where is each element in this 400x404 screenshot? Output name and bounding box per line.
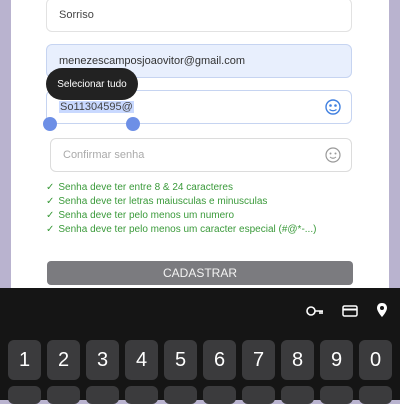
key-1[interactable]: 1 — [8, 340, 41, 380]
key-icon[interactable] — [306, 304, 324, 322]
key-6[interactable]: 6 — [203, 340, 236, 380]
select-all-label: Selecionar tudo — [57, 78, 127, 90]
selection-handle-left[interactable] — [43, 117, 57, 131]
key-4[interactable]: 4 — [125, 340, 158, 380]
email-value: menezescamposjoaovitor@gmail.com — [59, 55, 246, 67]
key-9[interactable]: 9 — [320, 340, 353, 380]
key-0[interactable]: 0 — [359, 340, 392, 380]
key[interactable] — [86, 386, 119, 404]
key[interactable] — [242, 386, 275, 404]
key[interactable] — [359, 386, 392, 404]
check-icon: ✓ — [46, 182, 55, 193]
key[interactable] — [203, 386, 236, 404]
keyboard-toolbar — [306, 302, 388, 323]
key-3[interactable]: 3 — [86, 340, 119, 380]
check-icon: ✓ — [46, 224, 55, 235]
face-icon[interactable] — [325, 147, 341, 163]
check-icon: ✓ — [46, 210, 55, 221]
key-5[interactable]: 5 — [164, 340, 197, 380]
key[interactable] — [320, 386, 353, 404]
password-rules: ✓ Senha deve ter entre 8 & 24 caracteres… — [46, 181, 366, 237]
rule-item: ✓ Senha deve ter pelo menos um numero — [46, 210, 235, 221]
hide-password-icon[interactable] — [325, 99, 341, 115]
key[interactable] — [125, 386, 158, 404]
rule-item: ✓ Senha deve ter pelo menos um caracter … — [46, 224, 317, 235]
key[interactable] — [281, 386, 314, 404]
selection-handle-right[interactable] — [126, 117, 140, 131]
key[interactable] — [47, 386, 80, 404]
location-icon[interactable] — [376, 302, 388, 323]
register-button[interactable]: CADASTRAR — [47, 261, 353, 285]
city-value: Sorriso — [59, 9, 94, 21]
key[interactable] — [164, 386, 197, 404]
check-icon: ✓ — [46, 196, 55, 207]
city-field[interactable]: Sorriso — [46, 0, 352, 32]
confirm-password-field[interactable]: Confirmar senha — [50, 138, 352, 172]
rule-item: ✓ Senha deve ter letras maiusculas e min… — [46, 196, 268, 207]
password-value: So11304595@ — [59, 101, 134, 113]
number-row: 1 2 3 4 5 6 7 8 9 0 — [8, 340, 392, 380]
select-all-tooltip[interactable]: Selecionar tudo — [46, 68, 138, 100]
rule-item: ✓ Senha deve ter entre 8 & 24 caracteres — [46, 182, 233, 193]
keyboard: 1 2 3 4 5 6 7 8 9 0 — [0, 288, 400, 404]
key-8[interactable]: 8 — [281, 340, 314, 380]
next-row — [8, 386, 392, 404]
key-7[interactable]: 7 — [242, 340, 275, 380]
confirm-placeholder: Confirmar senha — [63, 149, 145, 161]
card-icon[interactable] — [342, 304, 358, 322]
key[interactable] — [8, 386, 41, 404]
key-2[interactable]: 2 — [47, 340, 80, 380]
register-button-label: CADASTRAR — [162, 266, 237, 280]
